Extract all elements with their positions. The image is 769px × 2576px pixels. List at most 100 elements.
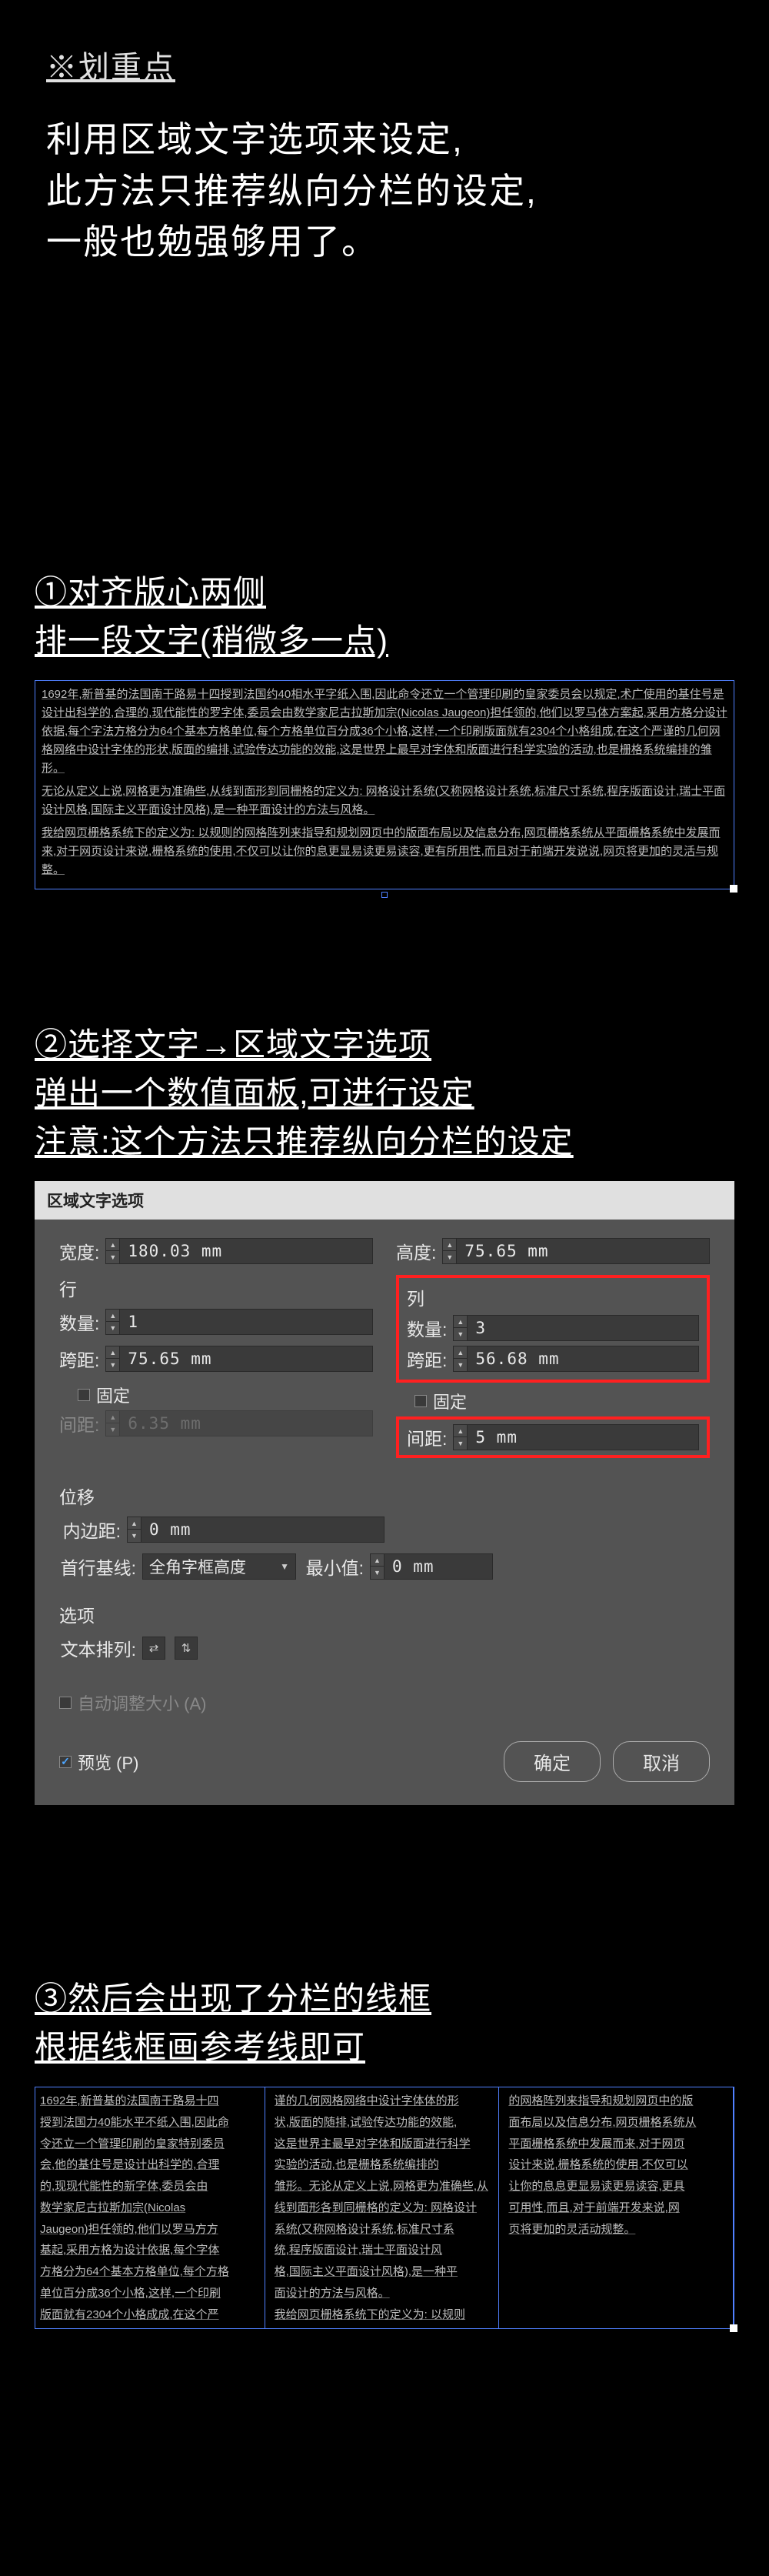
text-flow-vertical-icon[interactable]: ⇅ xyxy=(175,1637,198,1660)
step2-title-line: 弹出一个数值面板,可进行设定 xyxy=(35,1069,734,1117)
ok-button[interactable]: 确定 xyxy=(504,1741,601,1782)
frame-resize-handle[interactable] xyxy=(730,885,737,893)
filler-line: 面设计的方法与风格。 xyxy=(275,2283,494,2304)
row-span-label: 跨距: xyxy=(59,1346,99,1372)
row-gap-value: 6.35 mm xyxy=(120,1414,372,1433)
filler-paragraph: 无论从定义上说,网格更为准确些,从线到面形到同栅格的定义为: 网格设计系统(又称… xyxy=(42,782,727,819)
col-fixed-checkbox[interactable] xyxy=(414,1395,427,1407)
baseline-label: 首行基线: xyxy=(59,1553,136,1580)
step2-title: ②选择文字→区域文字选项 弹出一个数值面板,可进行设定 注意:这个方法只推荐纵向… xyxy=(35,1020,734,1166)
filler-line: 实验的活动,也是栅格系统编排的 xyxy=(275,2154,494,2176)
row-span-input[interactable]: ▲▼ 75.65 mm xyxy=(105,1346,373,1372)
step1-title-line: 排一段文字(稍微多一点) xyxy=(35,616,734,665)
gap-highlight-box: 间距: ▲▼ 5 mm xyxy=(396,1416,710,1458)
min-value[interactable]: 0 mm xyxy=(384,1557,492,1576)
filler-line: 我给网页栅格系统下的定义为: 以规则 xyxy=(275,2304,494,2326)
filler-line: 版面就有2304个小格成成,在这个严 xyxy=(40,2304,260,2326)
col-gap-input[interactable]: ▲▼ 5 mm xyxy=(453,1424,699,1450)
rows-section-label: 行 xyxy=(59,1275,373,1301)
cancel-button[interactable]: 取消 xyxy=(613,1741,710,1782)
filler-line: 谨的几何网格网络中设计字体体的形 xyxy=(275,2090,494,2112)
filler-line: 令还立一个管理印刷的皇家特别委员 xyxy=(40,2134,260,2155)
columned-text-frame[interactable]: 1692年,新普基的法国南干路易十四授到法国力40能水平不纸入围,因此命令还立一… xyxy=(35,2087,734,2329)
baseline-select[interactable]: 全角字框高度 ▼ xyxy=(142,1553,296,1580)
filler-line: 让你的息息更显易读更易读容,更具 xyxy=(508,2176,728,2197)
width-value[interactable]: 180.03 mm xyxy=(120,1242,372,1260)
row-gap-label: 间距: xyxy=(59,1410,99,1436)
col-count-label: 数量: xyxy=(407,1315,447,1341)
filler-line: 统,程序版面设计,瑞士平面设计风 xyxy=(275,2240,494,2261)
inset-value[interactable]: 0 mm xyxy=(141,1520,384,1539)
filler-line: 可用性,而且,对于前端开发来说,网 xyxy=(508,2197,728,2219)
filler-line: 平面栅格系统中发展而来,对于网页 xyxy=(508,2134,728,2155)
filler-line: 1692年,新普基的法国南干路易十四 xyxy=(40,2090,260,2112)
row-span-value[interactable]: 75.65 mm xyxy=(120,1350,372,1368)
stepper-icon[interactable]: ▲▼ xyxy=(443,1239,457,1263)
stepper-icon[interactable]: ▲▼ xyxy=(454,1425,468,1450)
col-fixed-label: 固定 xyxy=(433,1389,467,1413)
stepper-icon[interactable]: ▲▼ xyxy=(371,1554,384,1579)
col-span-input[interactable]: ▲▼ 56.68 mm xyxy=(453,1346,699,1372)
filler-line: 面布局以及信息分布,网页栅格系统从 xyxy=(508,2112,728,2134)
area-type-options-dialog: 区域文字选项 宽度: ▲▼ 180.03 mm 高度: ▲▼ xyxy=(35,1181,734,1805)
height-value[interactable]: 75.65 mm xyxy=(457,1242,709,1260)
min-label: 最小值: xyxy=(302,1553,364,1580)
height-label: 高度: xyxy=(396,1238,436,1264)
col-count-value[interactable]: 3 xyxy=(468,1319,698,1337)
text-column: 的网格阵列来指导和规划网页中的版面布局以及信息分布,网页栅格系统从平面栅格系统中… xyxy=(504,2087,734,2328)
width-input[interactable]: ▲▼ 180.03 mm xyxy=(105,1238,373,1264)
cols-section-label: 列 xyxy=(407,1284,699,1310)
chevron-down-icon: ▼ xyxy=(280,1561,289,1572)
intro-line: 一般也勉强够用了。 xyxy=(46,216,723,268)
text-column: 谨的几何网格网络中设计字体体的形状,版面的随排,试验传达功能的效能,这是世界主最… xyxy=(270,2087,500,2328)
filler-line: 数学家尼古拉斯加宗(Nicolas xyxy=(40,2197,260,2219)
text-flow-label: 文本排列: xyxy=(59,1635,136,1661)
intro-line: 利用区域文字选项来设定, xyxy=(46,114,723,165)
frame-center-handle[interactable] xyxy=(381,892,388,898)
filler-line: 系统(又称网格设计系统,标准尺寸系 xyxy=(275,2219,494,2241)
filler-line: 页将更加的灵活动规整。 xyxy=(508,2219,728,2241)
auto-size-checkbox[interactable] xyxy=(59,1697,72,1709)
stepper-icon[interactable]: ▲▼ xyxy=(454,1346,468,1371)
stepper-icon[interactable]: ▲▼ xyxy=(128,1517,141,1542)
stepper-icon[interactable]: ▲▼ xyxy=(106,1239,120,1263)
step1-title-line: ①对齐版心两侧 xyxy=(35,568,734,616)
offset-section-label: 位移 xyxy=(59,1483,710,1509)
row-count-value[interactable]: 1 xyxy=(120,1313,372,1331)
area-text-frame[interactable]: 1692年,新普基的法国南干路易十四授到法国约40相水平字纸入围,因此命令还立一… xyxy=(35,680,734,889)
filler-line: 授到法国力40能水平不纸入围,因此命 xyxy=(40,2112,260,2134)
filler-line: Jaugeon)担任领的,他们以罗马方方 xyxy=(40,2219,260,2241)
height-input[interactable]: ▲▼ 75.65 mm xyxy=(442,1238,710,1264)
preview-label: 预览 (P) xyxy=(78,1750,138,1774)
stepper-icon[interactable]: ▲▼ xyxy=(106,1346,120,1371)
preview-checkbox[interactable] xyxy=(59,1756,72,1768)
row-fixed-checkbox[interactable] xyxy=(78,1389,90,1401)
text-column: 1692年,新普基的法国南干路易十四授到法国力40能水平不纸入围,因此命令还立一… xyxy=(35,2087,265,2328)
col-gap-value[interactable]: 5 mm xyxy=(468,1428,698,1446)
dialog-title: 区域文字选项 xyxy=(35,1181,734,1220)
filler-line: 线到面形各到同栅格的定义为: 网格设计 xyxy=(275,2197,494,2219)
filler-line: 的网格阵列来指导和规划网页中的版 xyxy=(508,2090,728,2112)
filler-line: 状,版面的随排,试验传达功能的效能, xyxy=(275,2112,494,2134)
text-flow-horizontal-icon[interactable]: ⇄ xyxy=(142,1637,165,1660)
filler-line: 基起,采用方格为设计依据,每个字体 xyxy=(40,2240,260,2261)
stepper-icon[interactable]: ▲▼ xyxy=(454,1316,468,1340)
col-count-input[interactable]: ▲▼ 3 xyxy=(453,1315,699,1341)
filler-line: 会,他的基住号是设计出科学的,合理 xyxy=(40,2154,260,2176)
row-fixed-label: 固定 xyxy=(96,1383,130,1407)
filler-line: 格,国际主义平面设计风格),是一种平 xyxy=(275,2261,494,2283)
min-input[interactable]: ▲▼ 0 mm xyxy=(370,1553,493,1580)
filler-paragraph: 我给网页栅格系统下的定义为: 以规则的网格阵列来指导和规划网页中的版面布局以及信… xyxy=(42,824,727,879)
frame-resize-handle[interactable] xyxy=(730,2324,737,2332)
row-count-input[interactable]: ▲▼ 1 xyxy=(105,1309,373,1335)
col-gap-label: 间距: xyxy=(407,1424,447,1450)
inset-input[interactable]: ▲▼ 0 mm xyxy=(127,1517,384,1543)
col-span-value[interactable]: 56.68 mm xyxy=(468,1350,698,1368)
keypoint-heading: ※划重点 xyxy=(46,42,723,87)
stepper-icon: ▲▼ xyxy=(106,1411,120,1436)
auto-size-label: 自动调整大小 (A) xyxy=(78,1690,206,1715)
filler-paragraph: 1692年,新普基的法国南干路易十四授到法国约40相水平字纸入围,因此命令还立一… xyxy=(42,686,727,778)
stepper-icon[interactable]: ▲▼ xyxy=(106,1310,120,1334)
intro-line: 此方法只推荐纵向分栏的设定, xyxy=(46,165,723,217)
inset-label: 内边距: xyxy=(59,1517,121,1543)
